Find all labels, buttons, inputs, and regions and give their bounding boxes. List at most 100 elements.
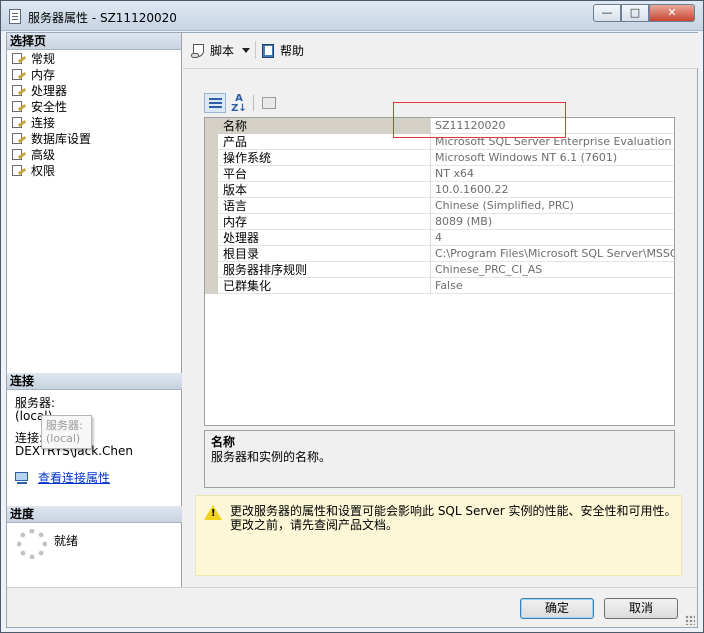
wrench-page-icon bbox=[12, 149, 27, 161]
property-name: 操作系统 bbox=[218, 150, 431, 166]
left-pane: 选择页 常规 内存 处理器 安全性 连接 数据库设置 高级 权限 连接 服务器:… bbox=[7, 33, 182, 587]
help-book-icon bbox=[261, 43, 277, 58]
minimize-button[interactable]: — bbox=[593, 4, 621, 22]
page-item-label: 数据库设置 bbox=[31, 132, 92, 146]
property-row-clustered[interactable]: 已群集化 False bbox=[205, 278, 674, 294]
maximize-button[interactable]: □ bbox=[621, 4, 649, 22]
page-item-advanced[interactable]: 高级 bbox=[7, 147, 181, 163]
wrench-page-icon bbox=[12, 85, 27, 97]
progress-status: 就绪 bbox=[54, 534, 79, 548]
property-value[interactable]: Microsoft Windows NT 6.1 (7601) bbox=[431, 150, 674, 166]
script-icon bbox=[191, 43, 207, 58]
close-button[interactable]: ✕ bbox=[649, 4, 695, 22]
window-controls: — □ ✕ bbox=[593, 4, 695, 22]
page-item-security[interactable]: 安全性 bbox=[7, 99, 181, 115]
connection-properties-icon bbox=[15, 472, 33, 485]
page-item-general[interactable]: 常规 bbox=[7, 51, 181, 67]
page-item-label: 常规 bbox=[31, 52, 56, 66]
warning-box: 更改服务器的属性和设置可能会影响此 SQL Server 实例的性能、安全性和可… bbox=[195, 495, 682, 576]
wrench-page-icon bbox=[12, 69, 27, 81]
property-grid-toolbar: A Z↓ bbox=[204, 93, 284, 114]
grid-toolbar-separator bbox=[253, 95, 254, 111]
page-item-label: 处理器 bbox=[31, 84, 68, 98]
annotation-highlight-box bbox=[393, 102, 566, 138]
window-title: 服务器属性 - SZ11120020 bbox=[28, 11, 177, 25]
progress-section: 进度 就绪 bbox=[7, 506, 182, 559]
property-value[interactable]: C:\Program Files\Microsoft SQL Server\MS… bbox=[431, 246, 674, 262]
script-label: 脚本 bbox=[210, 44, 235, 58]
property-name: 平台 bbox=[218, 166, 431, 182]
page-item-label: 连接 bbox=[31, 116, 56, 130]
connection-header: 连接 bbox=[7, 373, 182, 390]
help-button[interactable]: 帮助 bbox=[261, 42, 304, 59]
wrench-page-icon bbox=[12, 117, 27, 129]
connection-section: 连接 服务器: (local) 连接: DEXTRYS\Jack.Chen 查看… bbox=[7, 373, 182, 485]
page-item-label: 权限 bbox=[31, 164, 56, 178]
property-row-root-directory[interactable]: 根目录 C:\Program Files\Microsoft SQL Serve… bbox=[205, 246, 674, 262]
toolbar-separator bbox=[255, 41, 256, 59]
description-title: 名称 bbox=[211, 435, 236, 449]
wrench-page-icon bbox=[12, 53, 27, 65]
property-pages-button[interactable] bbox=[258, 93, 280, 113]
title-bar[interactable]: 服务器属性 - SZ11120020 — □ ✕ bbox=[1, 1, 703, 31]
property-row-language[interactable]: 语言 Chinese (Simplified, PRC) bbox=[205, 198, 674, 214]
warning-line-2: 更改之前，请先查阅产品文档。 bbox=[230, 518, 399, 532]
property-row-os[interactable]: 操作系统 Microsoft Windows NT 6.1 (7601) bbox=[205, 150, 674, 166]
cancel-button[interactable]: 取消 bbox=[604, 598, 678, 619]
page-item-label: 内存 bbox=[31, 68, 56, 82]
page-item-label: 高级 bbox=[31, 148, 56, 162]
script-button[interactable]: 脚本 bbox=[191, 42, 251, 59]
page-list: 常规 内存 处理器 安全性 连接 数据库设置 高级 权限 bbox=[7, 50, 181, 179]
chevron-down-icon[interactable] bbox=[242, 48, 251, 53]
warning-text: 更改服务器的属性和设置可能会影响此 SQL Server 实例的性能、安全性和可… bbox=[230, 504, 680, 532]
server-properties-window: 服务器属性 - SZ11120020 — □ ✕ 选择页 常规 内存 处理器 安… bbox=[0, 0, 704, 633]
server-tooltip: 服务器: (local) bbox=[41, 415, 92, 449]
categorized-button[interactable] bbox=[204, 93, 226, 113]
property-value[interactable]: NT x64 bbox=[431, 166, 674, 182]
property-row-collation[interactable]: 服务器排序规则 Chinese_PRC_CI_AS bbox=[205, 262, 674, 278]
property-grid: 名称 SZ11120020 产品 Microsoft SQL Server En… bbox=[204, 117, 675, 426]
warning-line-1: 更改服务器的属性和设置可能会影响此 SQL Server 实例的性能、安全性和可… bbox=[230, 504, 677, 518]
dialog-client: 选择页 常规 内存 处理器 安全性 连接 数据库设置 高级 权限 连接 服务器:… bbox=[6, 32, 699, 628]
property-row-memory[interactable]: 内存 8089 (MB) bbox=[205, 214, 674, 230]
tooltip-label: 服务器: bbox=[46, 419, 83, 432]
property-value[interactable]: Chinese_PRC_CI_AS bbox=[431, 262, 674, 278]
page-item-label: 安全性 bbox=[31, 100, 68, 114]
property-name: 处理器 bbox=[218, 230, 431, 246]
property-row-version[interactable]: 版本 10.0.1600.22 bbox=[205, 182, 674, 198]
main-toolbar: 脚本 帮助 bbox=[183, 33, 699, 69]
property-name: 版本 bbox=[218, 182, 431, 198]
view-connection-properties[interactable]: 查看连接属性 bbox=[15, 472, 182, 485]
property-name: 已群集化 bbox=[218, 278, 431, 294]
property-pages-icon bbox=[262, 97, 276, 109]
window-icon bbox=[9, 9, 21, 24]
view-connection-properties-link[interactable]: 查看连接属性 bbox=[38, 472, 110, 485]
wrench-page-icon bbox=[12, 165, 27, 177]
description-panel: 名称 服务器和实例的名称。 bbox=[204, 430, 675, 488]
categorized-icon bbox=[209, 98, 222, 109]
property-name: 语言 bbox=[218, 198, 431, 214]
ok-button[interactable]: 确定 bbox=[520, 598, 594, 619]
alphabetical-button[interactable]: A Z↓ bbox=[228, 93, 250, 114]
page-item-permissions[interactable]: 权限 bbox=[7, 163, 181, 179]
resize-grip[interactable] bbox=[685, 615, 695, 625]
property-value[interactable]: 8089 (MB) bbox=[431, 214, 674, 230]
dialog-button-bar: 确定 取消 bbox=[7, 587, 697, 627]
page-item-database-settings[interactable]: 数据库设置 bbox=[7, 131, 181, 147]
property-row-platform[interactable]: 平台 NT x64 bbox=[205, 166, 674, 182]
wrench-page-icon bbox=[12, 133, 27, 145]
property-name: 内存 bbox=[218, 214, 431, 230]
progress-header: 进度 bbox=[7, 506, 182, 523]
property-value[interactable]: Chinese (Simplified, PRC) bbox=[431, 198, 674, 214]
page-item-memory[interactable]: 内存 bbox=[7, 67, 181, 83]
property-value[interactable]: False bbox=[431, 278, 674, 294]
page-item-connections[interactable]: 连接 bbox=[7, 115, 181, 131]
property-value[interactable]: 10.0.1600.22 bbox=[431, 182, 674, 198]
progress-spinner-icon bbox=[17, 529, 47, 559]
help-label: 帮助 bbox=[280, 44, 305, 58]
sort-az-icon: A Z↓ bbox=[231, 93, 247, 114]
page-item-processors[interactable]: 处理器 bbox=[7, 83, 181, 99]
warning-icon bbox=[204, 505, 222, 520]
property-value[interactable]: 4 bbox=[431, 230, 674, 246]
property-row-processors[interactable]: 处理器 4 bbox=[205, 230, 674, 246]
